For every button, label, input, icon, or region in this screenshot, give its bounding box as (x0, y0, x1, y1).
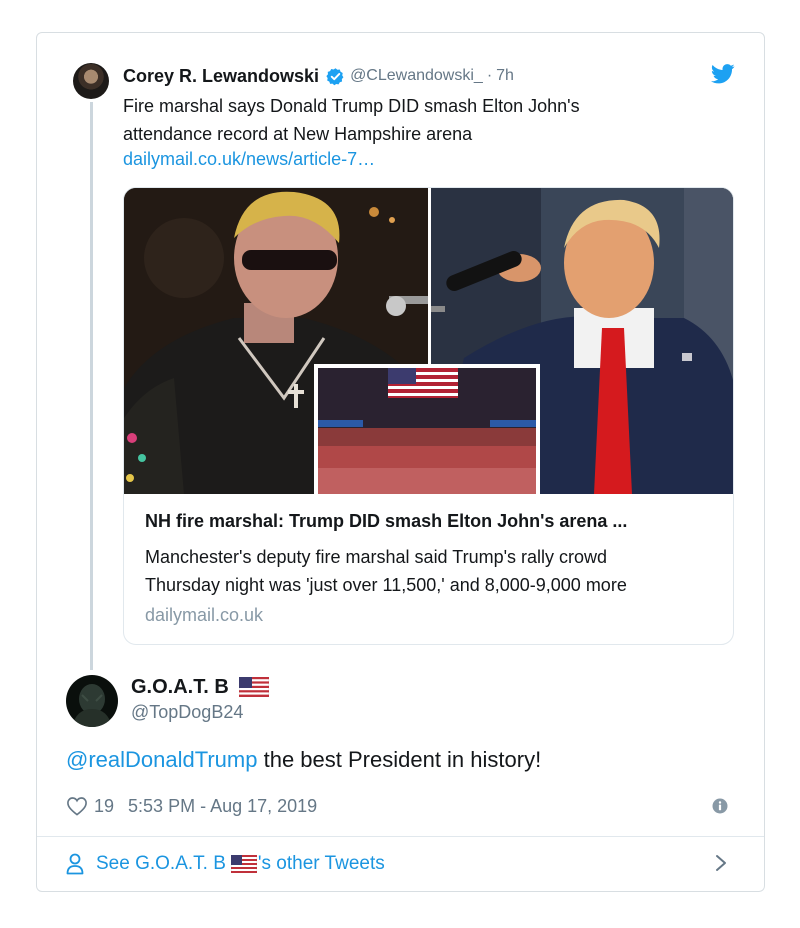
quoted-tweet-header: Corey R. Lewandowski @CLewandowski_ · 7h (123, 64, 514, 88)
link-card-description-line: Manchester's deputy fire marshal said Tr… (145, 547, 608, 567)
chevron-right-icon[interactable] (714, 853, 728, 873)
person-icon (66, 853, 84, 875)
see-other-tweets-suffix[interactable]: 's other Tweets (258, 853, 385, 875)
see-other-tweets-prefix[interactable]: See G.O.A.T. B (96, 853, 226, 875)
us-flag-icon (230, 855, 257, 873)
thread-connector-line (90, 102, 93, 670)
reply-author-name[interactable]: G.O.A.T. B (131, 676, 229, 699)
tweet-meta-row: 19 5:53 PM - Aug 17, 2019 (66, 793, 317, 819)
article-link[interactable]: dailymail.co.uk/news/article-7… (123, 146, 375, 172)
info-icon[interactable] (712, 798, 728, 814)
reply-author-avatar[interactable] (66, 675, 118, 727)
link-card-description-line: Thursday night was 'just over 11,500,' a… (145, 575, 627, 595)
reply-timestamp[interactable]: 5:53 PM - Aug 17, 2019 (128, 796, 317, 817)
see-other-tweets-link[interactable]: See G.O.A.T. B 's other Tweets (66, 850, 385, 878)
like-count[interactable]: 19 (94, 796, 114, 817)
link-card-title[interactable]: NH fire marshal: Trump DID smash Elton J… (145, 511, 627, 532)
reply-author-handle[interactable]: @TopDogB24 (131, 702, 243, 723)
header-separator: · (486, 67, 493, 84)
quoted-tweet-text-line: attendance record at New Hampshire arena (123, 124, 473, 144)
author-avatar[interactable] (73, 63, 109, 99)
mention-link[interactable]: @realDonaldTrump (66, 747, 257, 772)
article-thumbnail-image (124, 188, 733, 494)
twitter-bird-icon[interactable] (711, 64, 735, 84)
author-name[interactable]: Corey R. Lewandowski (123, 66, 319, 87)
link-card-description: Manchester's deputy fire marshal said Tr… (145, 543, 725, 599)
link-preview-card[interactable]: NH fire marshal: Trump DID smash Elton J… (123, 187, 734, 645)
reply-tweet-text: @realDonaldTrump the best President in h… (66, 747, 541, 773)
footer-divider (37, 836, 764, 837)
tweet-timestamp[interactable]: 7h (496, 67, 514, 85)
reply-tweet-body: the best President in history! (257, 747, 542, 772)
us-flag-icon (238, 677, 269, 697)
reply-author-header: G.O.A.T. B (131, 674, 269, 700)
author-handle[interactable]: @CLewandowski_ (350, 67, 483, 85)
link-card-domain: dailymail.co.uk (145, 605, 264, 625)
heart-icon[interactable] (66, 796, 88, 816)
verified-badge-icon (326, 67, 344, 85)
quoted-tweet-text-line: Fire marshal says Donald Trump DID smash… (123, 96, 580, 116)
quoted-tweet-text: Fire marshal says Donald Trump DID smash… (123, 92, 723, 148)
